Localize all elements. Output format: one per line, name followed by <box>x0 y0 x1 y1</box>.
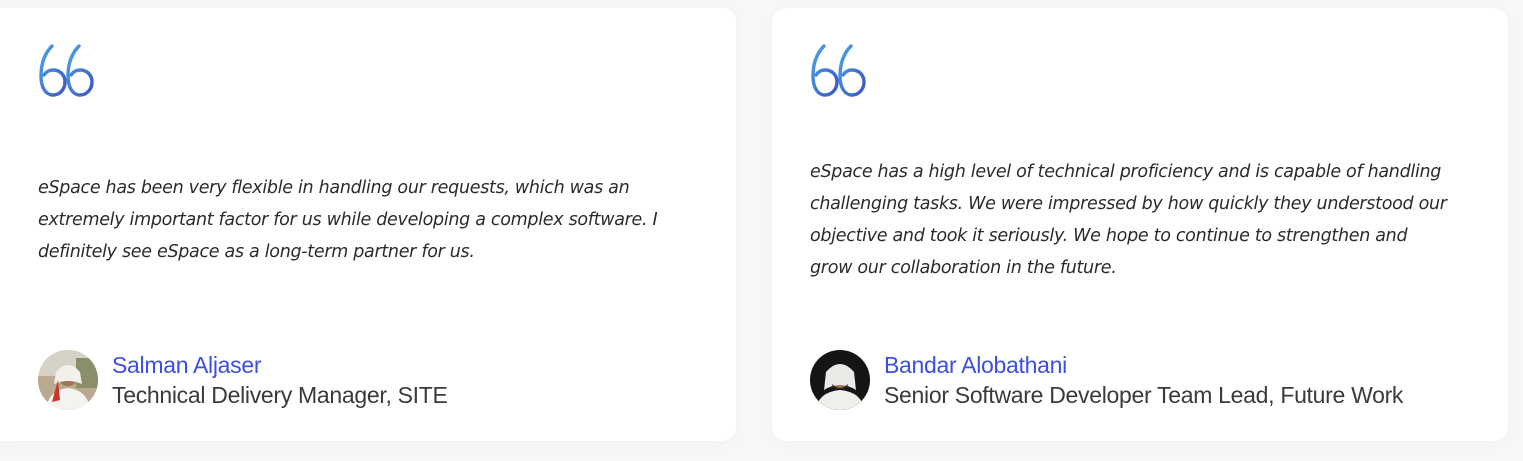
testimonial-quote: eSpace has a high level of technical pro… <box>810 162 1447 278</box>
testimonial-card-2: eSpace has a high level of technical pro… <box>772 8 1508 441</box>
author: Salman Aljaser Technical Delivery Manage… <box>38 350 448 410</box>
author-role: Technical Delivery Manager, SITE <box>112 382 448 408</box>
author-role: Senior Software Developer Team Lead, Fut… <box>884 382 1404 408</box>
avatar <box>810 350 870 410</box>
quote-icon <box>39 44 94 97</box>
author-name: Bandar Alobathani <box>884 352 1067 378</box>
author-name: Salman Aljaser <box>112 352 262 378</box>
avatar <box>38 350 98 410</box>
testimonial-card-1: eSpace has been very flexible in handlin… <box>0 8 736 441</box>
quote-icon <box>811 44 866 97</box>
author: Bandar Alobathani Senior Software Develo… <box>810 350 1403 410</box>
testimonial-quote: eSpace has been very flexible in handlin… <box>38 178 658 262</box>
